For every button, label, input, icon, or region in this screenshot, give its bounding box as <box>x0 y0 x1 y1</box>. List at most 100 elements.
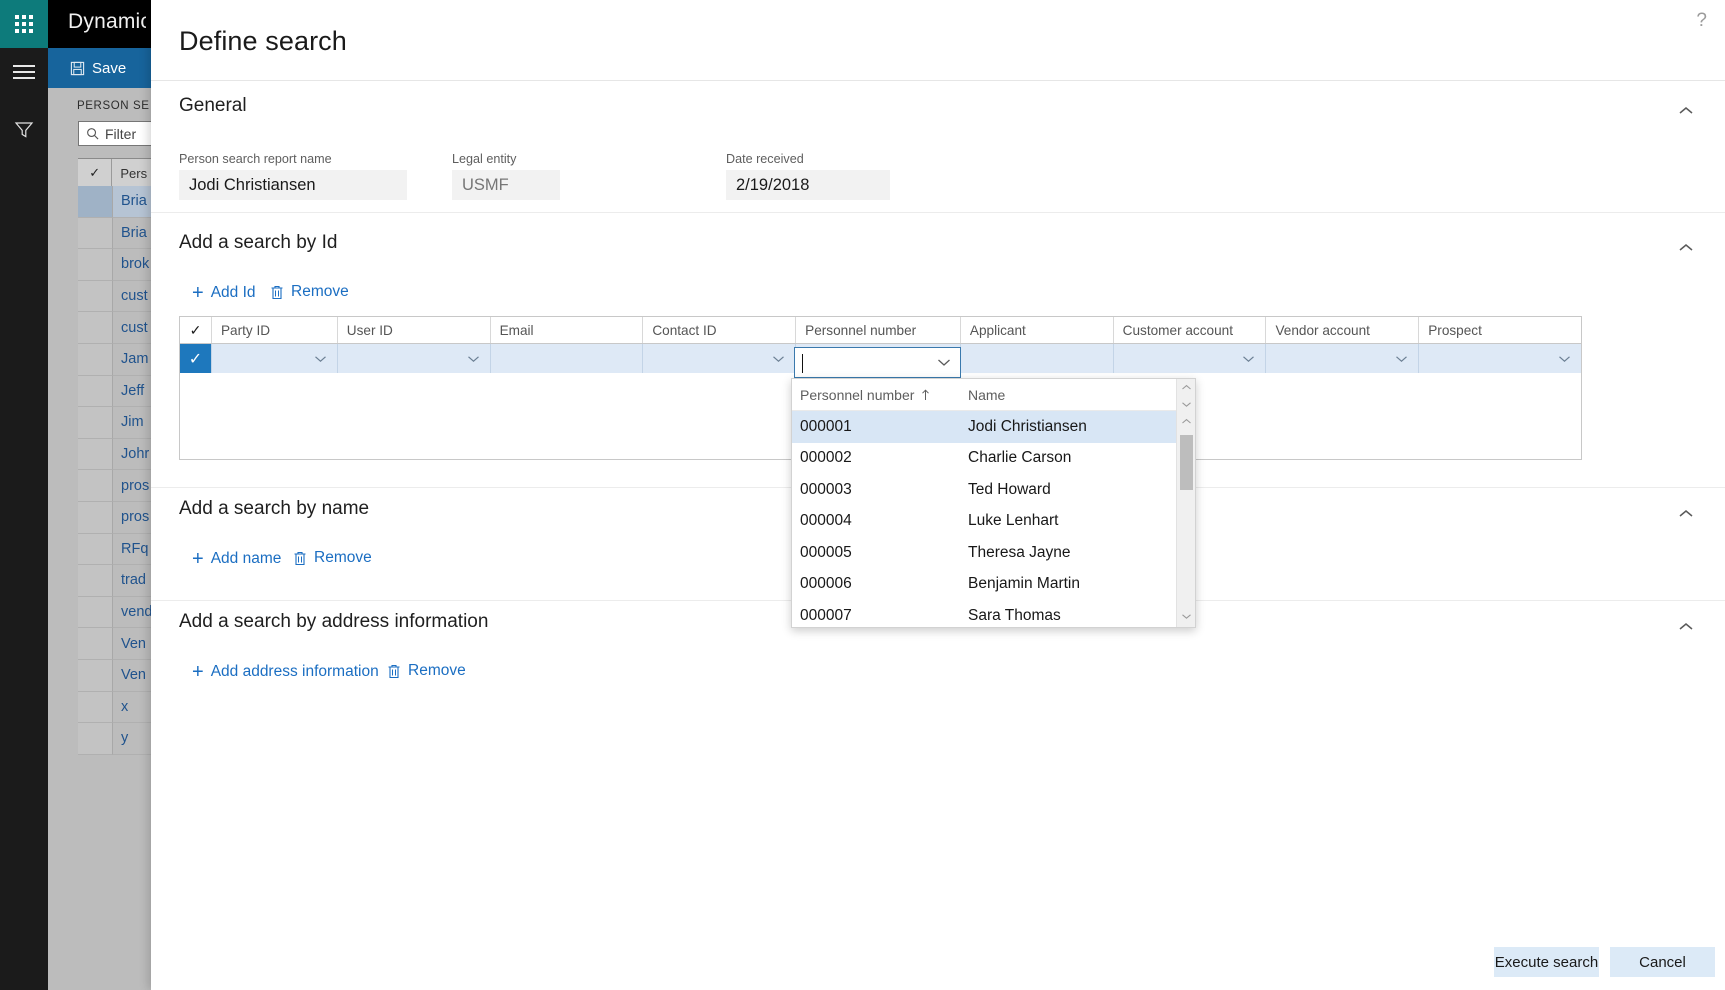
column-header-email[interactable]: Email <box>489 317 643 343</box>
list-item-checkbox[interactable] <box>78 438 112 471</box>
cell-prospect[interactable] <box>1418 344 1581 373</box>
chevron-down-icon[interactable] <box>937 354 951 372</box>
add-id-button[interactable]: + Add Id <box>192 283 256 303</box>
remove-name-label: Remove <box>314 549 372 566</box>
cancel-button[interactable]: Cancel <box>1610 947 1715 977</box>
add-name-button[interactable]: + Add name <box>192 549 281 569</box>
list-item-checkbox[interactable] <box>78 344 112 376</box>
column-header-prospect[interactable]: Prospect <box>1418 317 1581 343</box>
person-search-report-name-input[interactable]: Jodi Christiansen <box>179 170 407 200</box>
app-launcher-button[interactable] <box>0 0 48 48</box>
lookup-scroll-page-down-arrow[interactable] <box>1177 396 1195 413</box>
chevron-down-icon[interactable] <box>1242 355 1255 363</box>
collapse-add-by-address-button[interactable] <box>1677 620 1695 638</box>
hamburger-menu-button[interactable] <box>0 48 48 96</box>
list-item-checkbox[interactable] <box>78 502 112 534</box>
remove-address-information-button[interactable]: Remove <box>387 662 466 680</box>
lookup-header-row: Personnel number Name <box>792 379 1195 411</box>
chevron-down-icon[interactable] <box>1395 355 1408 363</box>
cell-contact-id[interactable] <box>642 344 795 373</box>
lookup-row[interactable]: 000004 Luke Lenhart <box>792 506 1195 538</box>
chevron-down-icon[interactable] <box>1558 355 1571 363</box>
collapse-add-by-id-button[interactable] <box>1677 241 1695 259</box>
cell-customer-account[interactable] <box>1112 344 1266 373</box>
lookup-name: Jodi Christiansen <box>968 417 1087 435</box>
list-item-checkbox[interactable] <box>78 470 112 502</box>
help-button[interactable]: ? <box>1696 10 1707 32</box>
date-received-label: Date received <box>726 152 804 166</box>
lookup-personnel-number: 000006 <box>800 575 852 593</box>
list-item-checkbox[interactable] <box>78 280 112 313</box>
list-item-checkbox[interactable] <box>78 533 112 566</box>
list-item-checkbox[interactable] <box>78 375 112 408</box>
chevron-up-icon <box>1679 510 1693 517</box>
checkmark-icon: ✓ <box>89 165 101 180</box>
cell-user-id[interactable] <box>336 344 490 373</box>
list-item-checkbox[interactable] <box>78 565 112 597</box>
list-item-checkbox[interactable] <box>78 596 112 629</box>
lookup-column-personnel-number[interactable]: Personnel number <box>792 387 968 403</box>
row-checkmark-icon[interactable]: ✓ <box>180 344 211 373</box>
legal-entity-input[interactable]: USMF <box>452 170 560 200</box>
plus-icon: + <box>192 548 204 570</box>
chevron-down-icon[interactable] <box>314 355 327 363</box>
column-header-customer-account[interactable]: Customer account <box>1112 317 1266 343</box>
checkmark-icon[interactable]: ✓ <box>180 317 211 343</box>
chevron-up-icon <box>1679 107 1693 114</box>
column-header-contact-id[interactable]: Contact ID <box>642 317 795 343</box>
lookup-row[interactable]: 000005 Theresa Jayne <box>792 537 1195 569</box>
filter-rail-button[interactable] <box>0 110 48 150</box>
lookup-scroll-up-arrow[interactable] <box>1177 379 1195 396</box>
lookup-name: Ted Howard <box>968 480 1051 498</box>
remove-name-button[interactable]: Remove <box>293 549 372 567</box>
personnel-number-lookup-dropdown[interactable]: Personnel number Name 000001 Jodi Christi… <box>791 378 1196 628</box>
cell-party-id[interactable] <box>210 344 337 373</box>
list-item-checkbox[interactable] <box>78 660 112 692</box>
question-mark-icon: ? <box>1696 10 1707 31</box>
lookup-personnel-number: 000003 <box>800 480 852 498</box>
lookup-scroll-thumb-up-arrow[interactable] <box>1177 413 1195 430</box>
cell-vendor-account[interactable] <box>1265 344 1418 373</box>
lookup-row[interactable]: 000003 Ted Howard <box>792 474 1195 506</box>
lookup-row[interactable]: 000006 Benjamin Martin <box>792 569 1195 601</box>
legal-entity-label: Legal entity <box>452 152 517 166</box>
remove-id-button[interactable]: Remove <box>270 283 349 301</box>
column-header-user-id[interactable]: User ID <box>336 317 490 343</box>
list-item-checkbox[interactable] <box>78 186 112 218</box>
personnel-number-combobox[interactable] <box>794 347 961 378</box>
lookup-row[interactable]: 000007 Sara Thomas <box>792 600 1195 632</box>
list-item-checkbox[interactable] <box>78 628 112 660</box>
lookup-vertical-scrollbar[interactable] <box>1176 379 1195 627</box>
chevron-up-icon <box>1181 418 1191 424</box>
list-item-checkbox[interactable] <box>78 723 112 755</box>
add-address-information-button[interactable]: + Add address information <box>192 662 379 682</box>
chevron-down-icon[interactable] <box>772 355 785 363</box>
lookup-scroll-down-arrow[interactable] <box>1177 608 1195 625</box>
column-header-vendor-account[interactable]: Vendor account <box>1265 317 1418 343</box>
magnifier-icon <box>87 128 99 140</box>
collapse-add-by-name-button[interactable] <box>1677 507 1695 525</box>
plus-icon: + <box>192 661 204 683</box>
column-header-party-id[interactable]: Party ID <box>210 317 337 343</box>
column-header-personnel-number[interactable]: Personnel number <box>795 317 960 343</box>
column-header-applicant[interactable]: Applicant <box>959 317 1113 343</box>
lookup-row[interactable]: 000002 Charlie Carson <box>792 443 1195 475</box>
list-item-checkbox[interactable] <box>78 407 112 439</box>
lookup-row[interactable]: 000001 Jodi Christiansen <box>792 411 1195 443</box>
execute-search-button[interactable]: Execute search <box>1494 947 1599 977</box>
cell-email[interactable] <box>489 344 643 373</box>
save-button[interactable]: Save <box>56 48 140 88</box>
collapse-general-button[interactable] <box>1677 104 1695 122</box>
list-item-checkbox[interactable] <box>78 312 112 344</box>
list-item-checkbox[interactable] <box>78 691 112 724</box>
lookup-scrollbar-thumb[interactable] <box>1180 435 1193 490</box>
cell-applicant[interactable] <box>959 344 1113 373</box>
list-item-checkbox[interactable] <box>78 217 112 250</box>
section-divider-general <box>151 212 1725 213</box>
list-item-checkbox[interactable] <box>78 249 112 281</box>
lookup-column-name[interactable]: Name <box>968 387 1005 403</box>
chevron-down-icon <box>1181 402 1191 407</box>
date-received-input[interactable]: 2/19/2018 <box>726 170 890 200</box>
chevron-down-icon[interactable] <box>467 355 480 363</box>
lookup-personnel-number: 000007 <box>800 606 852 624</box>
